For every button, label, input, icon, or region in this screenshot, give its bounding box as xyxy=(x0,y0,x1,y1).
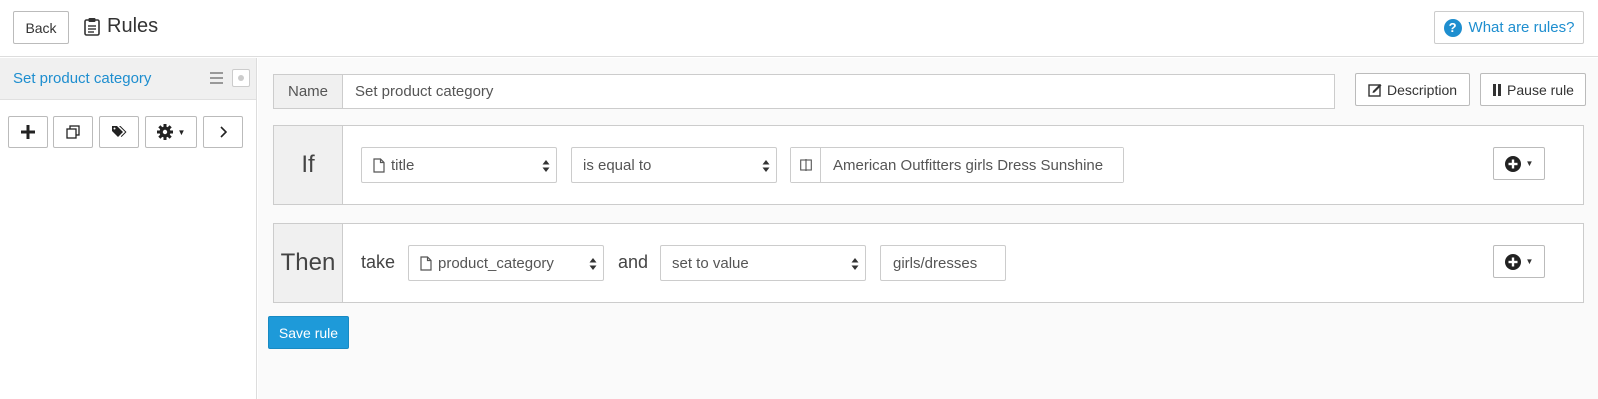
help-label: What are rules? xyxy=(1468,19,1575,36)
if-operator-value: is equal to xyxy=(583,156,652,174)
select-arrows-icon xyxy=(589,258,597,270)
settings-dropdown-button[interactable]: ▼ xyxy=(145,116,197,148)
take-word: take xyxy=(361,252,396,272)
gear-icon xyxy=(156,124,173,140)
rule-editor: Name Description Pause rule If title is … xyxy=(258,58,1598,399)
page-title: Rules xyxy=(84,15,158,38)
save-rule-button[interactable]: Save rule xyxy=(268,316,349,349)
back-button[interactable]: Back xyxy=(13,11,69,44)
question-circle-icon: ? xyxy=(1443,18,1462,37)
clipboard-icon xyxy=(84,18,100,36)
tags-button[interactable] xyxy=(99,116,139,148)
next-button[interactable] xyxy=(203,116,243,148)
if-label: If xyxy=(274,126,343,204)
then-field-value: product_category xyxy=(438,254,554,272)
and-word: and xyxy=(618,252,649,272)
pause-label: Pause rule xyxy=(1507,81,1574,98)
duplicate-rule-button[interactable] xyxy=(53,116,93,148)
caret-down-icon: ▼ xyxy=(1525,159,1534,168)
select-arrows-icon xyxy=(542,160,550,172)
then-action-value: set to value xyxy=(672,254,749,272)
add-action-button[interactable]: ▼ xyxy=(1493,245,1545,278)
then-label: Then xyxy=(274,224,343,302)
file-icon xyxy=(373,157,385,173)
if-field-value: title xyxy=(391,156,415,174)
edit-icon xyxy=(1368,83,1382,97)
plus-circle-icon xyxy=(1504,253,1521,270)
file-icon xyxy=(420,255,432,271)
duplicate-icon xyxy=(66,125,80,139)
rule-name-group: Name xyxy=(273,74,1335,109)
rules-sidebar: Set product category ▼ xyxy=(0,58,257,399)
add-rule-button[interactable] xyxy=(8,116,48,148)
then-field-select[interactable]: product_category xyxy=(408,245,604,281)
plus-circle-icon xyxy=(1504,155,1521,172)
plus-icon xyxy=(21,125,35,139)
then-value-input[interactable] xyxy=(880,245,1006,281)
description-label: Description xyxy=(1386,81,1458,98)
rule-list-item[interactable]: Set product category xyxy=(0,58,256,100)
if-condition-block: If title is equal to American Outfitters… xyxy=(273,125,1584,205)
what-are-rules-button[interactable]: ? What are rules? xyxy=(1434,11,1584,44)
if-operator-select[interactable]: is equal to xyxy=(571,147,777,183)
rule-name-input[interactable] xyxy=(343,75,1334,108)
value-type-toggle[interactable] xyxy=(791,148,821,182)
drag-handle-icon[interactable] xyxy=(210,72,223,84)
caret-down-icon: ▼ xyxy=(177,127,186,137)
pause-rule-button[interactable]: Pause rule xyxy=(1480,73,1586,106)
top-bar: Back Rules ? What are rules? xyxy=(0,0,1598,57)
if-field-select[interactable]: title xyxy=(361,147,557,183)
text-cursor-icon xyxy=(799,159,812,171)
select-arrows-icon xyxy=(762,160,770,172)
add-condition-button[interactable]: ▼ xyxy=(1493,147,1545,180)
pause-icon xyxy=(1493,83,1502,96)
chevron-right-icon xyxy=(220,126,227,138)
if-value-group xyxy=(790,147,1124,183)
tags-icon xyxy=(112,126,127,137)
then-action-block: Then take product_category and set to va… xyxy=(273,223,1584,303)
rule-name-label: Name xyxy=(274,75,343,108)
then-action-select[interactable]: set to value xyxy=(660,245,866,281)
if-value-input[interactable] xyxy=(821,148,1123,182)
description-button[interactable]: Description xyxy=(1355,73,1470,106)
rule-toggle[interactable] xyxy=(232,69,250,87)
select-arrows-icon xyxy=(851,258,859,270)
page-title-text: Rules xyxy=(107,15,159,37)
caret-down-icon: ▼ xyxy=(1525,257,1534,266)
rule-list-item-label: Set product category xyxy=(13,70,152,87)
